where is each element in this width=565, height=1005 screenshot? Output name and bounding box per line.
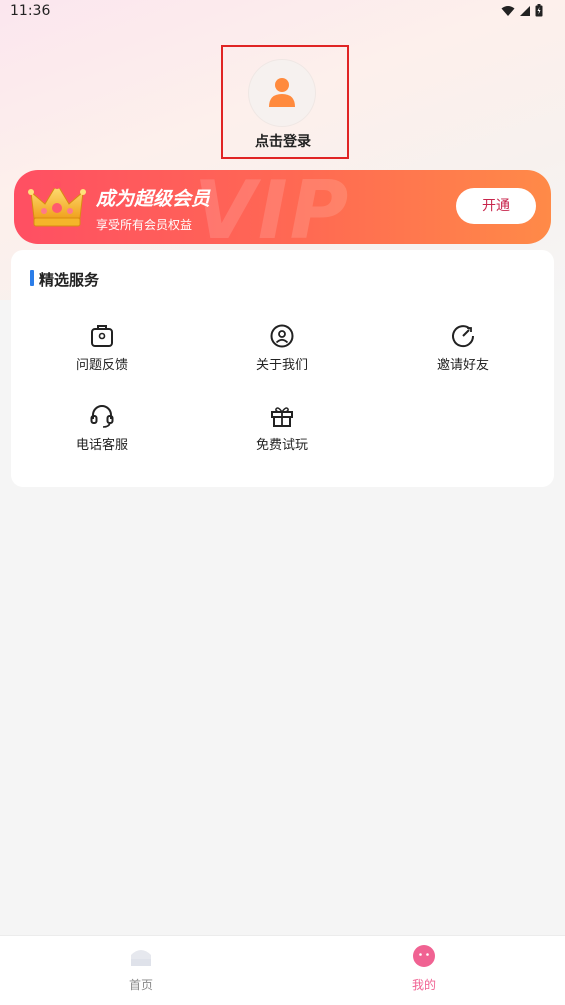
vip-open-button[interactable]: 开通 (456, 188, 536, 224)
headset-icon (90, 405, 114, 428)
vip-watermark: VIP (194, 170, 351, 244)
tab-mine[interactable]: 我的 (384, 944, 464, 993)
status-icons (501, 4, 543, 17)
service-label: 电话客服 (75, 438, 128, 453)
mine-icon (413, 945, 435, 967)
wifi-icon (501, 5, 515, 16)
section-accent-bar (30, 270, 34, 286)
battery-icon (535, 4, 543, 17)
service-item-feedback[interactable]: 问题反馈 (42, 323, 162, 373)
service-item-free-trial[interactable]: 免费试玩 (222, 403, 342, 453)
vip-subtitle: 享受所有会员权益 (96, 218, 193, 232)
service-label: 免费试玩 (255, 438, 308, 453)
invite-icon (452, 325, 475, 348)
vip-title: 成为超级会员 (96, 188, 211, 210)
status-bar: 11:36 (0, 0, 565, 24)
services-card: 精选服务 问题反馈 关于我们 邀请好友 电话客服 免费试玩 (11, 250, 554, 487)
vip-banner[interactable]: VIP 成为超级会员 享受所有会员权益 开通 (14, 170, 551, 244)
crown-icon (28, 181, 86, 227)
gift-icon (271, 407, 293, 427)
service-item-about[interactable]: 关于我们 (222, 323, 342, 373)
status-time: 11:36 (10, 3, 51, 19)
section-title: 精选服务 (39, 271, 100, 289)
about-icon (270, 324, 294, 348)
service-item-phone[interactable]: 电话客服 (42, 403, 162, 453)
tab-label: 首页 (128, 978, 153, 992)
home-icon (131, 950, 151, 966)
feedback-icon (91, 325, 113, 347)
service-label: 问题反馈 (75, 358, 128, 373)
tab-home[interactable]: 首页 (101, 944, 181, 993)
highlight-box (221, 45, 349, 159)
tab-label: 我的 (411, 978, 436, 992)
service-label: 邀请好友 (436, 358, 489, 373)
signal-icon (520, 5, 530, 16)
service-item-invite[interactable]: 邀请好友 (403, 323, 523, 373)
bottom-tab-bar: 首页 我的 (0, 935, 565, 1005)
service-label: 关于我们 (255, 358, 308, 373)
